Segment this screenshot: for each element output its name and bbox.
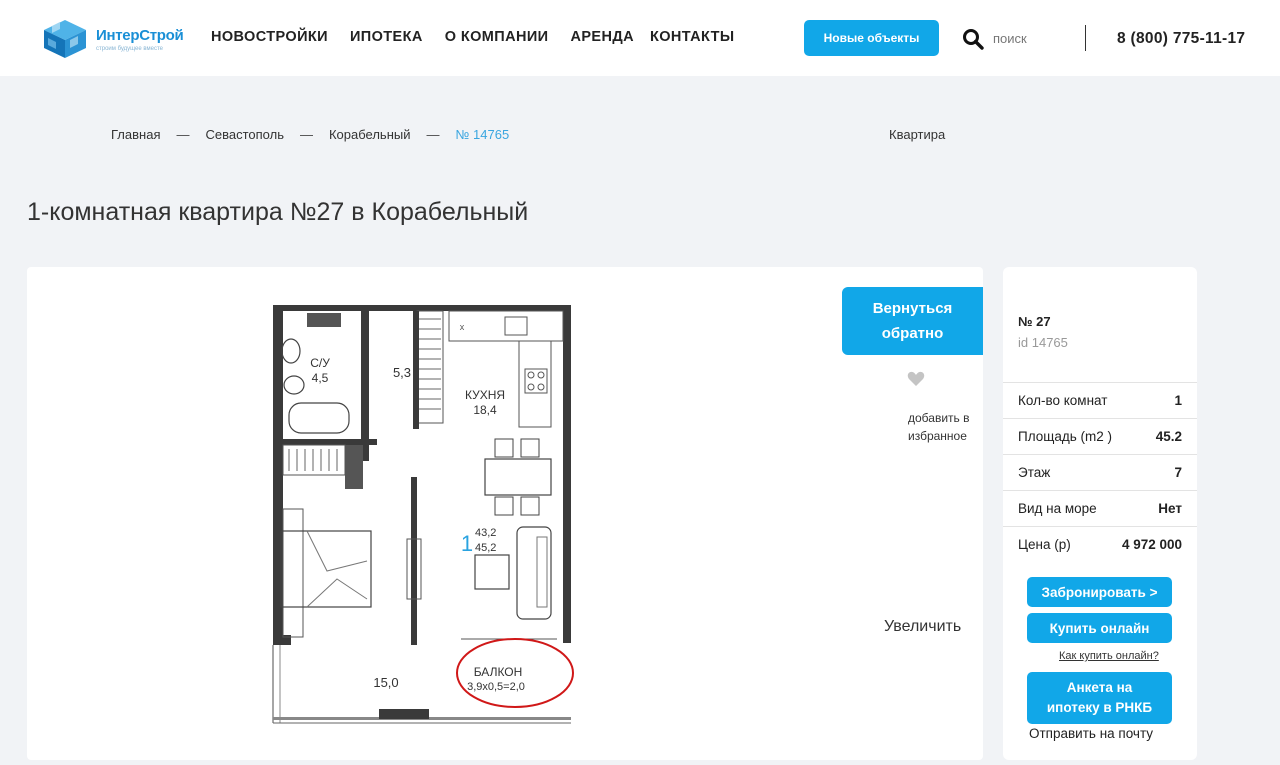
- apartment-number: № 27: [1018, 314, 1051, 329]
- breadcrumb-city[interactable]: Севастополь: [205, 127, 284, 142]
- mortgage-line2: ипотеку в РНКБ: [1046, 700, 1153, 715]
- plan-room-area: 15,0: [373, 675, 398, 690]
- heart-icon[interactable]: [907, 371, 925, 387]
- param-label: Площадь (m2 ): [1018, 429, 1113, 444]
- breadcrumb-separator: —: [176, 127, 190, 142]
- param-row-floor: Этаж 7: [1003, 454, 1197, 490]
- how-to-buy-link[interactable]: Как купить онлайн?: [1059, 650, 1159, 662]
- favorites-line1: добавить в: [908, 411, 970, 425]
- floor-plan-image[interactable]: С/У 4,5 5,3 x КУХНЯ 18,4 15,0 1 43,2 45,…: [267, 299, 577, 729]
- param-label: Кол-во комнат: [1018, 393, 1108, 408]
- apartment-id: id 14765: [1018, 335, 1068, 350]
- logo-cube-icon: [44, 20, 86, 58]
- send-to-email-link[interactable]: Отправить на почту: [1029, 726, 1153, 741]
- plan-rooms-count: 1: [461, 531, 473, 556]
- nav-new-buildings[interactable]: НОВОСТРОЙКИ: [211, 29, 328, 45]
- param-row-price: Цена (р) 4 972 000: [1003, 526, 1197, 562]
- svg-text:x: x: [460, 322, 465, 332]
- breadcrumb-current: № 14765: [455, 127, 510, 142]
- param-row-sea-view: Вид на море Нет: [1003, 490, 1197, 526]
- apartment-params: Кол-во комнат 1 Площадь (m2 ) 45.2 Этаж …: [1003, 382, 1197, 562]
- plan-kitchen-area: 18,4: [473, 403, 497, 417]
- param-value: 4 972 000: [1121, 537, 1182, 552]
- floor-plan-card: С/У 4,5 5,3 x КУХНЯ 18,4 15,0 1 43,2 45,…: [27, 267, 983, 760]
- book-button[interactable]: Забронировать >: [1027, 577, 1172, 607]
- breadcrumb-separator: —: [426, 127, 440, 142]
- zoom-link[interactable]: Увеличить: [884, 618, 961, 636]
- back-button-line1: Вернуться: [872, 300, 953, 317]
- logo-name: ИнтерСтрой: [96, 27, 184, 44]
- plan-hall-area: 5,3: [393, 365, 411, 380]
- back-button-line2: обратно: [881, 325, 944, 342]
- favorites-line2: избранное: [908, 429, 967, 443]
- add-to-favorites[interactable]: добавить в избранное: [908, 409, 988, 445]
- plan-balcony-label: БАЛКОН: [474, 665, 523, 679]
- plan-kitchen-label: КУХНЯ: [465, 388, 505, 402]
- nav-contacts[interactable]: КОНТАКТЫ: [650, 29, 734, 45]
- breadcrumb: Главная — Севастополь — Корабельный — № …: [111, 127, 525, 142]
- nav-rent[interactable]: АРЕНДА: [570, 29, 634, 45]
- breadcrumb-home[interactable]: Главная: [111, 127, 160, 142]
- plan-bathroom-area: 4,5: [312, 371, 329, 385]
- phone-number[interactable]: 8 (800) 775-11-17: [1117, 30, 1245, 48]
- param-label: Цена (р): [1018, 537, 1071, 552]
- apartment-info-card: № 27 id 14765 Кол-во комнат 1 Площадь (m…: [1003, 267, 1197, 760]
- plan-living-area: 43,2: [475, 527, 496, 539]
- param-value: Нет: [1158, 501, 1182, 516]
- breadcrumb-separator: —: [299, 127, 313, 142]
- new-objects-button[interactable]: Новые объекты: [804, 20, 939, 56]
- param-label: Этаж: [1018, 465, 1051, 480]
- search-icon[interactable]: [962, 28, 984, 50]
- param-row-rooms: Кол-во комнат 1: [1003, 382, 1197, 418]
- logo-tagline: строим будущее вместе: [96, 46, 163, 52]
- param-value: 1: [1174, 393, 1182, 408]
- plan-total-area: 45,2: [475, 542, 496, 554]
- mortgage-form-button[interactable]: Анкета на ипотеку в РНКБ: [1027, 672, 1172, 724]
- header-divider: [1085, 25, 1086, 51]
- param-row-area: Площадь (m2 ) 45.2: [1003, 418, 1197, 454]
- param-label: Вид на море: [1018, 501, 1097, 516]
- plan-bathroom-label: С/У: [310, 356, 330, 370]
- site-header: ИнтерСтрой строим будущее вместе НОВОСТР…: [0, 0, 1280, 76]
- mortgage-line1: Анкета на: [1066, 680, 1133, 695]
- param-value: 45.2: [1155, 429, 1182, 444]
- param-value: 7: [1174, 465, 1182, 480]
- main-nav: НОВОСТРОЙКИ ИПОТЕКА О КОМПАНИИ АРЕНДА КО…: [211, 29, 756, 45]
- property-type-label: Квартира: [889, 127, 946, 142]
- buy-online-button[interactable]: Купить онлайн: [1027, 613, 1172, 643]
- back-button[interactable]: Вернуться обратно: [842, 287, 983, 355]
- search-input[interactable]: поиск: [993, 31, 1027, 46]
- nav-mortgage[interactable]: ИПОТЕКА: [350, 29, 423, 45]
- page-title: 1-комнатная квартира №27 в Корабельный: [27, 198, 529, 226]
- logo[interactable]: ИнтерСтрой строим будущее вместе: [38, 18, 188, 60]
- breadcrumb-complex[interactable]: Корабельный: [329, 127, 411, 142]
- plan-balcony-dims: 3,9x0,5=2,0: [467, 681, 525, 693]
- nav-about[interactable]: О КОМПАНИИ: [445, 29, 549, 45]
